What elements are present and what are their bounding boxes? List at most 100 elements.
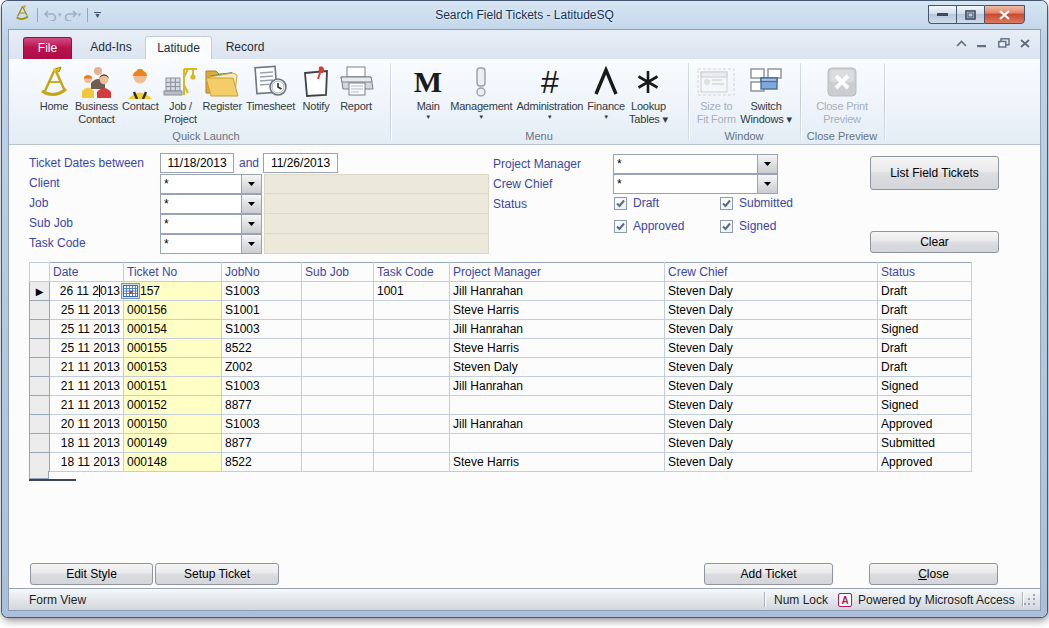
- grid-column-header[interactable]: Date: [50, 263, 124, 282]
- sub-job-cell[interactable]: [302, 453, 374, 472]
- sub-job-cell[interactable]: [302, 434, 374, 453]
- task-code-cell[interactable]: [374, 320, 450, 339]
- status-cell[interactable]: Signed: [878, 396, 972, 415]
- sub-job-cell[interactable]: [302, 301, 374, 320]
- sub-job-cell[interactable]: [302, 320, 374, 339]
- status-cell[interactable]: Signed: [878, 377, 972, 396]
- job-no-cell[interactable]: 8522: [222, 453, 302, 472]
- crew-chief-cell[interactable]: Steven Daly: [665, 415, 878, 434]
- sub-job-cell[interactable]: [302, 282, 374, 301]
- ribbon-button-finance[interactable]: Finance▼: [585, 61, 627, 126]
- ribbon-button-notify[interactable]: Notify: [297, 61, 335, 126]
- tab-latitude[interactable]: Latitude: [145, 36, 212, 59]
- taskcode-combo[interactable]: *: [160, 234, 262, 254]
- job-no-cell[interactable]: 8877: [222, 396, 302, 415]
- task-code-cell[interactable]: [374, 339, 450, 358]
- crew-chief-cell[interactable]: Steven Daly: [665, 301, 878, 320]
- status-cell[interactable]: Approved: [878, 453, 972, 472]
- ribbon-button-main[interactable]: MMain▼: [408, 61, 448, 126]
- task-code-cell[interactable]: [374, 396, 450, 415]
- grid-column-header[interactable]: Crew Chief: [665, 263, 878, 282]
- sub-job-cell[interactable]: [302, 396, 374, 415]
- ribbon-button-contact[interactable]: Contact: [120, 61, 161, 126]
- task-code-cell[interactable]: [374, 301, 450, 320]
- client-combo[interactable]: *: [160, 174, 262, 194]
- job-no-cell[interactable]: Z002: [222, 358, 302, 377]
- record-selector[interactable]: [30, 396, 50, 415]
- ticket-no-cell[interactable]: 000154: [124, 320, 222, 339]
- task-code-cell[interactable]: 1001: [374, 282, 450, 301]
- status-cell[interactable]: Draft: [878, 301, 972, 320]
- grid-column-header[interactable]: Status: [878, 263, 972, 282]
- task-code-cell[interactable]: [374, 453, 450, 472]
- grid-column-header[interactable]: Ticket No: [124, 263, 222, 282]
- date-cell[interactable]: 18 11 2013: [50, 453, 124, 472]
- setup-ticket-button[interactable]: Setup Ticket: [155, 563, 279, 585]
- minimize-button[interactable]: [928, 5, 956, 24]
- crew-chief-cell[interactable]: Steven Daly: [665, 358, 878, 377]
- resize-grip[interactable]: [1024, 594, 1037, 607]
- record-selector[interactable]: [30, 377, 50, 396]
- date-cell[interactable]: 21 11 2013: [50, 396, 124, 415]
- ticket-no-cell[interactable]: 000150: [124, 415, 222, 434]
- project-manager-cell[interactable]: Jill Hanrahan: [450, 282, 665, 301]
- status-cell[interactable]: Draft: [878, 339, 972, 358]
- job-no-cell[interactable]: S1001: [222, 301, 302, 320]
- project-manager-combo[interactable]: *: [613, 154, 778, 174]
- record-selector[interactable]: [30, 358, 50, 377]
- date-to-input[interactable]: 11/26/2013: [263, 153, 338, 173]
- status-checkbox-submitted[interactable]: Submitted: [720, 196, 793, 210]
- project-manager-cell[interactable]: Jill Hanrahan: [450, 415, 665, 434]
- task-code-cell[interactable]: [374, 434, 450, 453]
- current-record-selector[interactable]: ▶: [30, 282, 50, 301]
- crew-chief-cell[interactable]: Steven Daly: [665, 453, 878, 472]
- date-from-input[interactable]: 11/18/2013: [160, 153, 234, 173]
- ticket-no-cell[interactable]: 000149: [124, 434, 222, 453]
- date-picker-icon[interactable]: [121, 283, 140, 303]
- status-cell[interactable]: Signed: [878, 320, 972, 339]
- date-cell[interactable]: 21 11 2013: [50, 358, 124, 377]
- job-no-cell[interactable]: S1003: [222, 377, 302, 396]
- ticket-no-cell[interactable]: 000155: [124, 339, 222, 358]
- task-code-cell[interactable]: [374, 358, 450, 377]
- ribbon-button-report[interactable]: Report: [335, 61, 377, 126]
- record-selector[interactable]: [30, 415, 50, 434]
- ribbon-button-business-contact[interactable]: Business Contact: [73, 61, 120, 126]
- record-selector[interactable]: [30, 301, 50, 320]
- grid-column-header[interactable]: Task Code: [374, 263, 450, 282]
- status-checkbox-draft[interactable]: Draft: [614, 196, 659, 210]
- status-cell[interactable]: Draft: [878, 282, 972, 301]
- crew-chief-cell[interactable]: Steven Daly: [665, 396, 878, 415]
- sub-job-cell[interactable]: [302, 358, 374, 377]
- status-checkbox-signed[interactable]: Signed: [720, 219, 776, 233]
- ribbon-button-administration[interactable]: #Administration▼: [514, 61, 585, 126]
- ticket-no-cell[interactable]: 000148: [124, 453, 222, 472]
- date-cell[interactable]: 18 11 2013: [50, 434, 124, 453]
- date-cell[interactable]: 21 11 2013: [50, 377, 124, 396]
- ribbon-button-switch-windows[interactable]: Switch Windows ▾: [738, 61, 793, 126]
- grid-column-header[interactable]: Project Manager: [450, 263, 665, 282]
- mdi-close-icon[interactable]: [1020, 39, 1030, 48]
- crew-chief-cell[interactable]: Steven Daly: [665, 282, 878, 301]
- mdi-restore-icon[interactable]: [998, 38, 1010, 48]
- ribbon-button-home[interactable]: Home: [35, 61, 73, 126]
- ribbon-button-lookup-tables[interactable]: Lookup Tables ▾: [627, 61, 670, 126]
- date-cell[interactable]: 25 11 2013: [50, 339, 124, 358]
- crew-chief-cell[interactable]: Steven Daly: [665, 377, 878, 396]
- date-cell[interactable]: 25 11 2013: [50, 320, 124, 339]
- sub-job-cell[interactable]: [302, 339, 374, 358]
- project-manager-cell[interactable]: Steve Harris: [450, 301, 665, 320]
- edit-style-button[interactable]: Edit Style: [30, 563, 153, 585]
- grid-column-header[interactable]: JobNo: [222, 263, 302, 282]
- ticket-no-cell[interactable]: 000153: [124, 358, 222, 377]
- maximize-button[interactable]: [956, 5, 984, 24]
- date-cell[interactable]: 20 11 2013: [50, 415, 124, 434]
- job-no-cell[interactable]: S1003: [222, 415, 302, 434]
- ribbon-button-register[interactable]: Register: [201, 61, 244, 126]
- date-cell[interactable]: 25 11 2013: [50, 301, 124, 320]
- project-manager-cell[interactable]: Jill Hanrahan: [450, 377, 665, 396]
- grid-column-header[interactable]: Sub Job: [302, 263, 374, 282]
- status-checkbox-approved[interactable]: Approved: [614, 219, 684, 233]
- job-no-cell[interactable]: S1003: [222, 320, 302, 339]
- close-form-button[interactable]: Close: [869, 563, 998, 585]
